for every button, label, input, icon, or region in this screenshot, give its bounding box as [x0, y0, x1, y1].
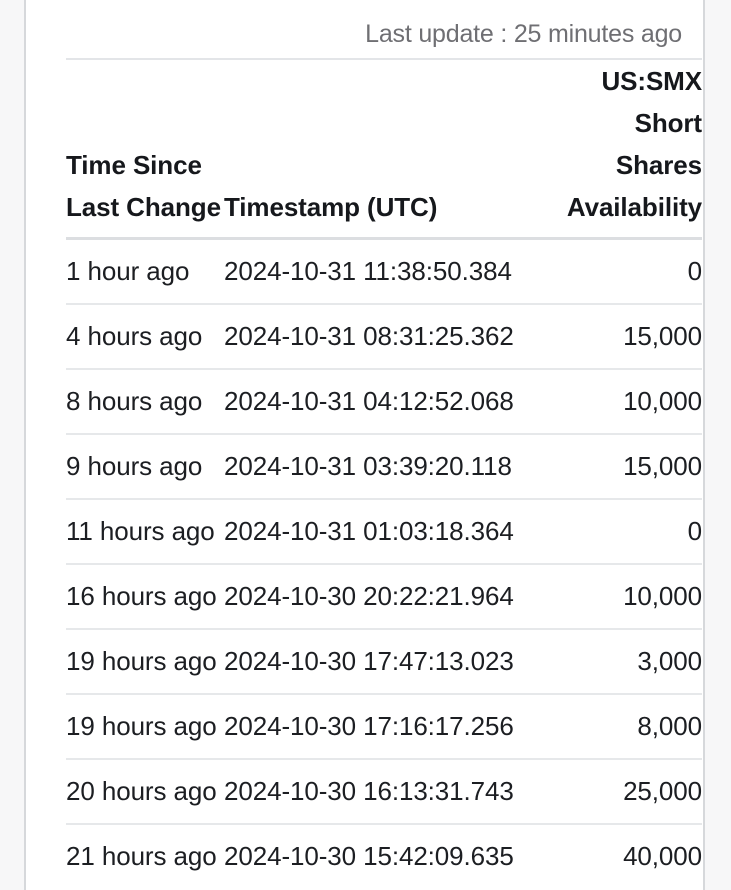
cell-time-since-last-change: 20 hours ago [66, 759, 224, 825]
cell-time-since-last-change: 4 hours ago [66, 304, 224, 370]
cell-timestamp: 2024-10-31 04:12:52.068 [224, 369, 554, 435]
column-header-timestamp-utc[interactable]: Timestamp (UTC) [224, 58, 554, 240]
last-update-status: Last update : 25 minutes ago [365, 20, 682, 48]
cell-timestamp: 2024-10-30 20:22:21.964 [224, 564, 554, 630]
table-row: 16 hours ago 2024-10-30 20:22:21.964 10,… [66, 564, 702, 630]
table-row: 11 hours ago 2024-10-31 01:03:18.364 0 [66, 499, 702, 565]
table-row: 21 hours ago 2024-10-30 15:42:09.635 40,… [66, 824, 702, 888]
cell-availability: 10,000 [554, 564, 702, 630]
cell-time-since-last-change: 11 hours ago [66, 499, 224, 565]
cell-availability: 15,000 [554, 434, 702, 500]
cell-availability: 0 [554, 238, 702, 305]
cell-timestamp: 2024-10-30 16:13:31.743 [224, 759, 554, 825]
cell-availability: 3,000 [554, 629, 702, 695]
cell-availability: 8,000 [554, 694, 702, 760]
cell-timestamp: 2024-10-31 01:03:18.364 [224, 499, 554, 565]
table-row: 4 hours ago 2024-10-31 08:31:25.362 15,0… [66, 304, 702, 370]
table-row: 9 hours ago 2024-10-31 03:39:20.118 15,0… [66, 434, 702, 500]
cell-availability: 25,000 [554, 759, 702, 825]
cell-time-since-last-change: 19 hours ago [66, 694, 224, 760]
page-panel: Last update : 25 minutes ago Time Since … [24, 0, 705, 890]
content-area: Last update : 25 minutes ago Time Since … [26, 0, 703, 890]
cell-timestamp: 2024-10-31 11:38:50.384 [224, 238, 554, 305]
table-row: 20 hours ago 2024-10-30 16:13:31.743 25,… [66, 759, 702, 825]
cell-time-since-last-change: 19 hours ago [66, 629, 224, 695]
cell-availability: 15,000 [554, 304, 702, 370]
cell-availability: 0 [554, 499, 702, 565]
cell-timestamp: 2024-10-31 08:31:25.362 [224, 304, 554, 370]
short-shares-availability-table: Time Since Last Change Timestamp (UTC) U… [66, 58, 702, 888]
screenshot-viewport: Last update : 25 minutes ago Time Since … [0, 0, 731, 890]
table-header-row: Time Since Last Change Timestamp (UTC) U… [66, 58, 702, 240]
column-header-short-shares-availability[interactable]: US:SMX Short Shares Availability [554, 58, 702, 240]
cell-time-since-last-change: 1 hour ago [66, 238, 224, 305]
cell-timestamp: 2024-10-30 15:42:09.635 [224, 841, 514, 871]
cell-time-since-last-change: 21 hours ago [66, 841, 217, 871]
cell-time-since-last-change: 9 hours ago [66, 434, 224, 500]
table-row: 19 hours ago 2024-10-30 17:47:13.023 3,0… [66, 629, 702, 695]
table-row: 8 hours ago 2024-10-31 04:12:52.068 10,0… [66, 369, 702, 435]
column-header-time-since-last-change[interactable]: Time Since Last Change [66, 58, 224, 240]
cell-timestamp: 2024-10-30 17:16:17.256 [224, 694, 554, 760]
table-row: 19 hours ago 2024-10-30 17:16:17.256 8,0… [66, 694, 702, 760]
cell-availability: 40,000 [623, 841, 702, 871]
table-row: 1 hour ago 2024-10-31 11:38:50.384 0 [66, 238, 702, 305]
cell-timestamp: 2024-10-31 03:39:20.118 [224, 434, 554, 500]
cell-time-since-last-change: 16 hours ago [66, 564, 224, 630]
cell-timestamp: 2024-10-30 17:47:13.023 [224, 629, 554, 695]
cell-availability: 10,000 [554, 369, 702, 435]
table-body: 1 hour ago 2024-10-31 11:38:50.384 0 4 h… [66, 238, 702, 889]
table-header: Time Since Last Change Timestamp (UTC) U… [66, 58, 702, 240]
cell-time-since-last-change: 8 hours ago [66, 369, 224, 435]
